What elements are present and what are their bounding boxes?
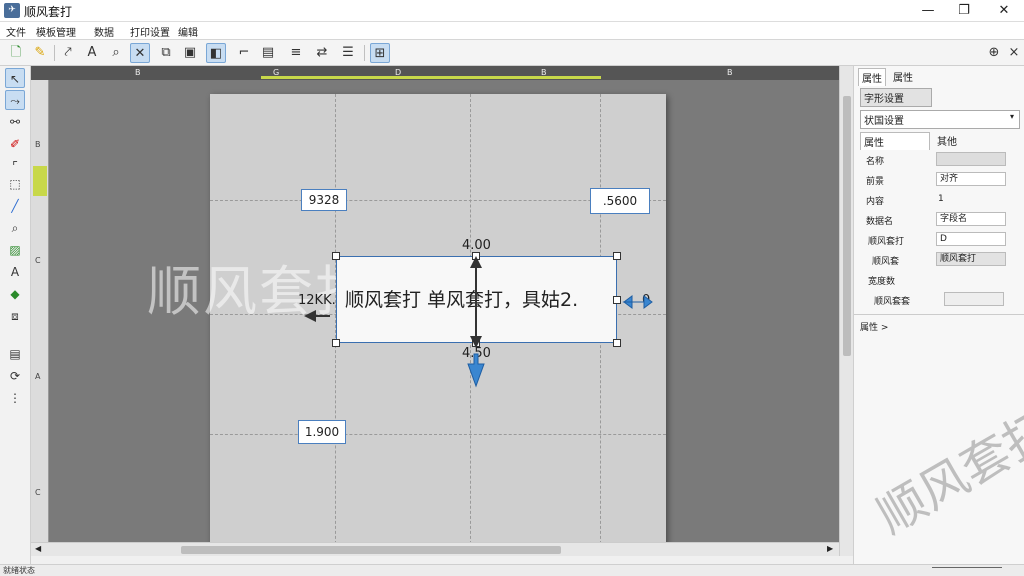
property-value: 1 [938,194,944,204]
copy-icon[interactable]: ⧉ [156,43,176,63]
status-text: 就绪状态 [3,566,35,575]
toolbar-separator [54,45,55,61]
property-label: 顺风套套 [874,297,911,307]
zoom-slider[interactable] [932,567,1002,573]
snap-icon[interactable]: ⊞ [370,43,390,63]
status-bar: 就绪状态 [0,564,1024,576]
select-tool-icon[interactable]: ↖ [5,68,25,88]
open-folder-icon[interactable]: ✎ [30,43,50,63]
menu-edit[interactable]: 编辑 [178,24,198,39]
properties-panel: 属性 属性 字形设置 状国设置 ▾ 属性 其他 名称 前景 对齐 内容 1 数据… [853,66,1024,564]
ruler-label: C [35,488,41,497]
divider [854,314,1024,315]
property-label: 数据名 [866,217,894,227]
scroll-thumb[interactable] [843,96,851,356]
rect-select-icon[interactable]: ⬚ [5,174,25,194]
menu-template[interactable]: 模板管理 [36,24,76,39]
tab-properties[interactable]: 属性 [858,68,886,86]
paste-icon[interactable]: ▣ [180,43,200,63]
close-button[interactable]: ✕ [988,1,1020,21]
tab-attributes[interactable]: 属性 [890,68,916,85]
bring-forward-icon[interactable]: ⇄ [312,43,332,63]
pointer-icon[interactable]: ⤤ [58,43,78,63]
window-title: 顺风套打 [24,5,73,19]
image-tool-icon[interactable]: ▨ [5,240,25,260]
delete-icon[interactable]: ✕ [130,43,150,63]
scroll-right-icon[interactable]: ▶ [827,544,833,553]
more-icon[interactable]: ⋮ [5,388,25,408]
menu-print-settings[interactable]: 打印设置 [130,24,170,39]
shape-tool-icon[interactable]: ◆ [5,284,25,304]
text-insert-icon[interactable]: A [5,262,25,282]
property-label: 宽度数 [868,277,896,287]
property-value[interactable]: 字段名 [936,212,1006,226]
align-icon[interactable]: ◧ [206,43,226,63]
chevron-down-icon: ▾ [1010,112,1015,121]
property-label: 顺风套打 [868,237,905,247]
zoom-tool-icon[interactable]: ⌕ [106,43,126,63]
lines-icon[interactable]: ≡ [286,43,306,63]
app-icon: ✈ [4,3,20,18]
property-value[interactable]: 对齐 [936,172,1006,186]
panel-close-icon[interactable]: × [1004,43,1024,63]
ruler-label: B [135,68,141,77]
minimize-button[interactable]: — [912,1,944,21]
ruler-selection-marker [33,166,47,196]
corner-watermark: 顺风套打 [868,400,1024,545]
app-window: ✈ 顺风套打 — ❐ ✕ 文件 模板管理 数据 打印设置 编辑 🗋 ✎ ⤤ A … [0,0,1024,576]
menu-bar: 文件 模板管理 数据 打印设置 编辑 [0,22,1024,40]
vertical-scrollbar[interactable] [839,66,853,556]
pen-tool-icon[interactable]: ✐ [5,134,25,154]
pin-icon[interactable]: ⊕ [984,43,1004,63]
ruler-label: A [35,372,41,381]
new-file-icon[interactable]: 🗋 [6,43,26,63]
subtab-other[interactable]: 其他 [934,132,960,149]
magnifier-icon[interactable]: ⌕ [5,218,25,238]
node-tool-icon[interactable]: ⤳ [5,90,25,110]
dimension-arrows [304,256,653,388]
grid-line [210,434,666,435]
status-select[interactable]: 状国设置 [860,110,1020,129]
section-label[interactable]: 属性 > [860,320,888,333]
layers-icon[interactable]: ⧈ [5,306,25,326]
field-box-bottom-left[interactable]: 1.900 [298,420,346,444]
grid-icon[interactable]: ☰ [338,43,358,63]
horizontal-scrollbar[interactable]: ◀ ▶ [31,542,839,556]
maximize-button[interactable]: ❐ [948,1,980,21]
line-tool-icon[interactable]: ╱ [5,196,25,216]
horizontal-ruler: B G D B B [31,66,839,80]
text-tool-icon[interactable]: A [82,43,102,63]
field-box-top-left[interactable]: 9328 [301,189,347,211]
scroll-left-icon[interactable]: ◀ [35,544,41,553]
ruler-label: B [35,140,41,149]
tool-panel: ↖ ⤳ ⚯ ✐ ⌜ ⬚ ╱ ⌕ ▨ A ◆ ⧈ ▤ ⟳ ⋮ [0,66,31,564]
property-label: 名称 [866,157,885,167]
ruler-label: C [35,256,41,265]
property-label: 内容 [866,197,885,207]
vertical-ruler: B C A C [31,80,49,542]
title-bar: ✈ 顺风套打 — ❐ ✕ [0,0,1024,22]
subtab-properties[interactable]: 属性 [860,132,930,150]
link-tool-icon[interactable]: ⚯ [5,112,25,132]
toolbar: 🗋 ✎ ⤤ A ⌕ ✕ ⧉ ▣ ◧ ⌐ ▤ ≡ ⇄ ☰ ⊞ ⊕ × [0,40,1024,66]
toolbar-separator [364,45,365,61]
property-value[interactable] [944,292,1004,306]
property-value[interactable]: D [936,232,1006,246]
property-label: 顺风套 [872,257,900,267]
rotate-icon[interactable]: ⟳ [5,366,25,386]
property-value[interactable]: 顺风套打 [936,252,1006,266]
font-settings-button[interactable]: 字形设置 [860,88,932,107]
ruler-selection-marker [261,76,601,79]
crop-icon[interactable]: ⌐ [234,43,254,63]
property-label: 前景 [866,177,885,187]
scroll-thumb[interactable] [181,546,561,554]
menu-file[interactable]: 文件 [6,24,26,39]
corner-tool-icon[interactable]: ⌜ [5,156,25,176]
page-icon[interactable]: ▤ [5,344,25,364]
field-box-top-right[interactable]: .5600 [590,188,650,214]
ruler-label: B [727,68,733,77]
property-value[interactable] [936,152,1006,166]
table-icon[interactable]: ▤ [258,43,278,63]
menu-data[interactable]: 数据 [94,24,114,39]
